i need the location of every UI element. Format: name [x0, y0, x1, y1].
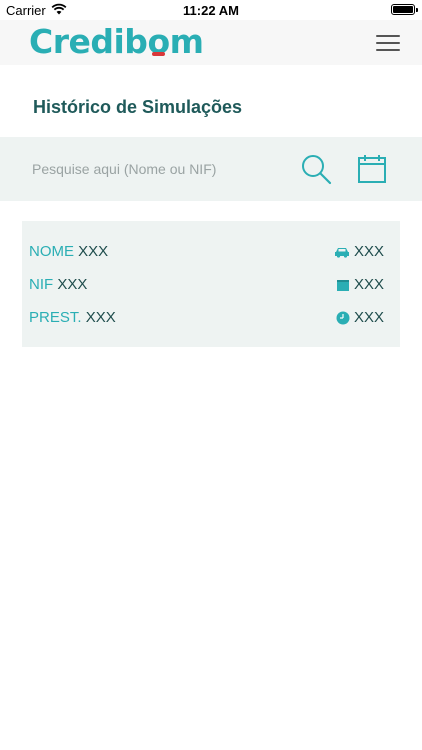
prest-value: XXX: [85, 309, 116, 326]
app-header: Credibom: [0, 20, 422, 65]
search-bar: [0, 137, 422, 201]
calendar-icon: [336, 279, 349, 291]
car-icon: [334, 247, 349, 258]
status-bar: Carrier 11:22 AM: [0, 0, 422, 20]
list-item: NIF XXX XXX: [22, 274, 400, 296]
time-value: XXX: [353, 309, 384, 326]
search-icon[interactable]: [300, 153, 332, 185]
calendar-icon[interactable]: [356, 153, 388, 185]
car-value: XXX: [353, 243, 384, 260]
date-value: XXX: [353, 276, 384, 293]
battery-icon: [391, 4, 418, 15]
nome-value: XXX: [78, 243, 109, 260]
list-item: PREST. XXX XXX: [22, 307, 400, 329]
search-input[interactable]: [28, 155, 278, 183]
nome-label: NOME: [29, 243, 74, 260]
hamburger-icon[interactable]: [376, 35, 400, 51]
status-time: 11:22 AM: [183, 3, 239, 18]
list-item: NOME XXX XXX: [22, 241, 400, 263]
clock-icon: [336, 311, 350, 324]
credibom-logo: Credibom: [29, 22, 204, 61]
simulation-card[interactable]: NOME XXX XXX NIF XXX XXX PREST. XXX XXX: [22, 221, 400, 347]
nif-label: NIF: [29, 276, 54, 293]
page-title: Histórico de Simulações: [33, 97, 243, 117]
prest-label: PREST.: [29, 309, 82, 326]
nif-value: XXX: [57, 276, 88, 293]
